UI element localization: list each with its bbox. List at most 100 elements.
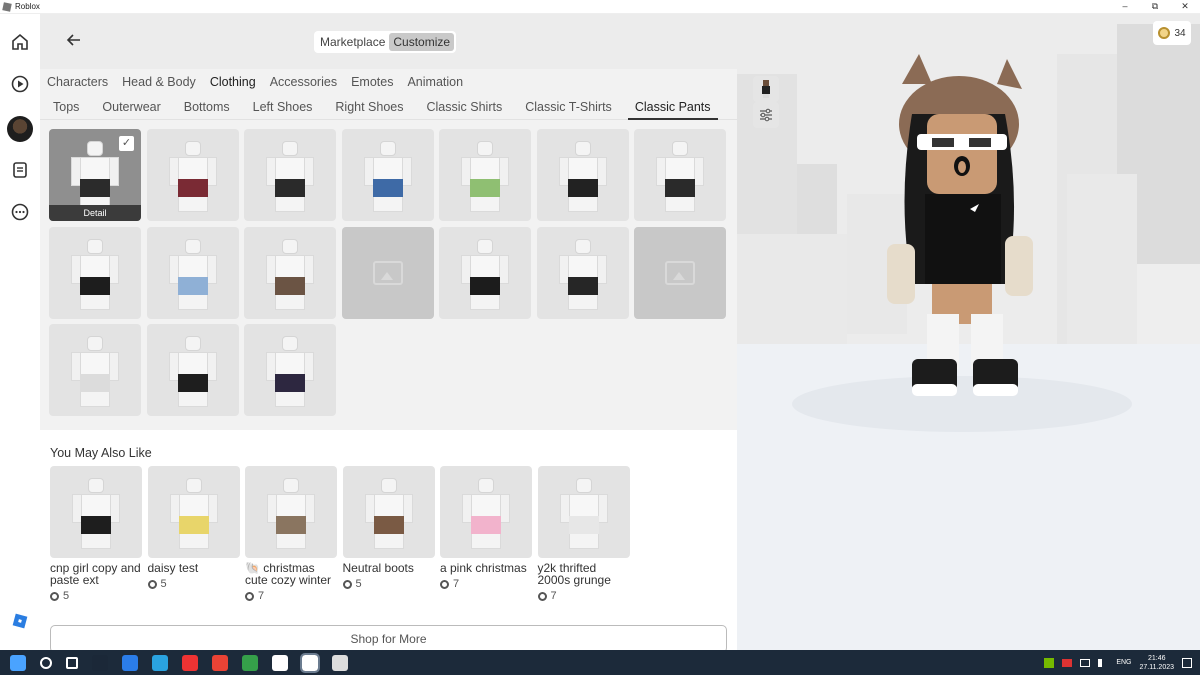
avatar-figure [244, 227, 336, 319]
roblox-studio-icon[interactable] [332, 654, 348, 671]
home-icon[interactable] [10, 32, 30, 52]
search-icon[interactable] [40, 656, 52, 669]
tab-left-shoes[interactable]: Left Shoes [253, 94, 324, 120]
pants-grid: ✓ Detail [40, 120, 737, 430]
recommendation-card[interactable]: 🐚 christmas cute cozy winter 7 [245, 466, 337, 602]
back-arrow-icon[interactable] [64, 30, 84, 50]
avatar-figure [50, 466, 142, 558]
item-tile[interactable] [146, 324, 239, 416]
sliders-icon[interactable] [753, 102, 779, 128]
item-tile[interactable] [244, 324, 336, 416]
avatar-preview-scene[interactable]: 34 [737, 14, 1200, 650]
item-thumbnail[interactable] [245, 466, 337, 558]
tab-clothing[interactable]: Clothing [210, 75, 256, 89]
notepad-icon[interactable] [272, 654, 288, 671]
item-name[interactable]: Neutral boots [343, 562, 437, 574]
item-tile[interactable] [244, 226, 336, 319]
customize-tab[interactable]: Customize [389, 33, 455, 51]
more-icon[interactable] [10, 202, 30, 222]
item-name[interactable]: cnp girl copy and paste ext [50, 562, 144, 586]
robux-amount: 34 [1174, 27, 1186, 39]
tab-characters[interactable]: Characters [47, 75, 108, 89]
tab-classic-shirts[interactable]: Classic Shirts [427, 94, 514, 120]
maximize-button[interactable]: ⧉ [1140, 1, 1170, 12]
item-tile[interactable] [49, 226, 141, 319]
item-thumbnail[interactable] [147, 466, 240, 558]
item-tile-loading[interactable] [634, 226, 726, 319]
detail-button[interactable]: Detail [49, 205, 141, 221]
chat-icon[interactable] [10, 160, 30, 180]
file-manager-icon[interactable] [122, 654, 138, 671]
tab-outerwear[interactable]: Outerwear [102, 94, 171, 120]
item-name[interactable]: 🐚 christmas cute cozy winter [245, 562, 339, 586]
steam-icon[interactable] [92, 654, 108, 671]
item-name[interactable]: a pink christmas [440, 562, 534, 574]
item-tile[interactable] [146, 226, 239, 319]
close-button[interactable]: ✕ [1170, 1, 1200, 12]
windows-start-icon[interactable] [10, 654, 26, 671]
recommendation-card[interactable]: cnp girl copy and paste ext 5 [50, 466, 142, 602]
tab-emotes[interactable]: Emotes [351, 75, 393, 89]
network-icon[interactable] [1080, 658, 1091, 667]
avatar-figure [148, 466, 240, 558]
notifications-icon[interactable] [1182, 657, 1192, 668]
chrome-icon[interactable] [212, 654, 228, 671]
avatar-figure [147, 227, 239, 319]
recommendation-card[interactable]: daisy test 5 [147, 466, 242, 590]
item-tile[interactable] [439, 129, 531, 221]
robux-balance[interactable]: 34 [1153, 21, 1191, 45]
language-indicator[interactable]: ENG [1116, 659, 1131, 666]
item-tile[interactable] [146, 129, 239, 221]
item-tile-loading[interactable] [341, 226, 434, 319]
nvidia-icon[interactable] [1044, 657, 1055, 668]
item-name[interactable]: y2k thrifted 2000s grunge [538, 562, 632, 586]
telegram-icon[interactable] [152, 654, 168, 671]
item-thumbnail[interactable] [342, 466, 435, 558]
anydesk-icon[interactable] [182, 654, 198, 671]
clock[interactable]: 21:46 27.11.2023 [1139, 654, 1174, 672]
item-name[interactable]: daisy test [148, 562, 242, 574]
volume-icon[interactable] [1098, 658, 1108, 667]
image-placeholder-icon [372, 260, 403, 285]
tab-classic-pants[interactable]: Classic Pants [627, 94, 718, 120]
tab-animation[interactable]: Animation [407, 75, 463, 89]
title-bar: Roblox – ⧉ ✕ [0, 0, 1200, 14]
xbox-icon[interactable] [242, 654, 258, 671]
item-tile[interactable] [244, 129, 336, 221]
item-tile[interactable]: ✓ Detail [49, 129, 141, 221]
tab-tops[interactable]: Tops [53, 94, 90, 120]
recommendation-card[interactable]: a pink christmas 7 [440, 466, 532, 590]
item-tile[interactable] [536, 129, 629, 221]
minimize-button[interactable]: – [1110, 1, 1140, 12]
marketplace-tab[interactable]: Marketplace [316, 33, 389, 51]
checkmark-icon[interactable]: ✓ [119, 136, 134, 151]
roblox-icon[interactable] [300, 652, 320, 673]
item-thumbnail[interactable] [440, 466, 532, 558]
avatar[interactable] [7, 116, 33, 142]
avatar-figure [440, 466, 532, 558]
recommendation-card[interactable]: Neutral boots 5 [342, 466, 437, 590]
tab-head-body[interactable]: Head & Body [122, 75, 196, 89]
item-thumbnail[interactable] [537, 466, 630, 558]
roblox-logo-icon[interactable] [10, 611, 30, 631]
tab-right-shoes[interactable]: Right Shoes [335, 94, 414, 120]
item-tile[interactable] [634, 129, 726, 221]
recommendations-title: You May Also Like [50, 446, 152, 460]
record-icon[interactable] [1062, 658, 1073, 667]
item-tile[interactable] [439, 226, 531, 319]
task-view-icon[interactable] [66, 656, 78, 669]
recommendation-card[interactable]: y2k thrifted 2000s grunge 7 [537, 466, 632, 602]
play-icon[interactable] [10, 74, 30, 94]
item-price: 5 [342, 578, 435, 590]
avatar-thumbnail-button[interactable] [753, 76, 779, 102]
robux-icon [537, 591, 547, 601]
price-value: 7 [453, 578, 460, 590]
tab-classic-tshirts[interactable]: Classic T-Shirts [525, 94, 623, 120]
item-tile[interactable] [341, 129, 434, 221]
item-tile[interactable] [536, 226, 629, 319]
item-thumbnail[interactable] [50, 466, 142, 558]
shop-for-more-button[interactable]: Shop for More [50, 625, 727, 653]
tab-bottoms[interactable]: Bottoms [184, 94, 241, 120]
tab-accessories[interactable]: Accessories [270, 75, 337, 89]
item-tile[interactable] [49, 324, 141, 416]
